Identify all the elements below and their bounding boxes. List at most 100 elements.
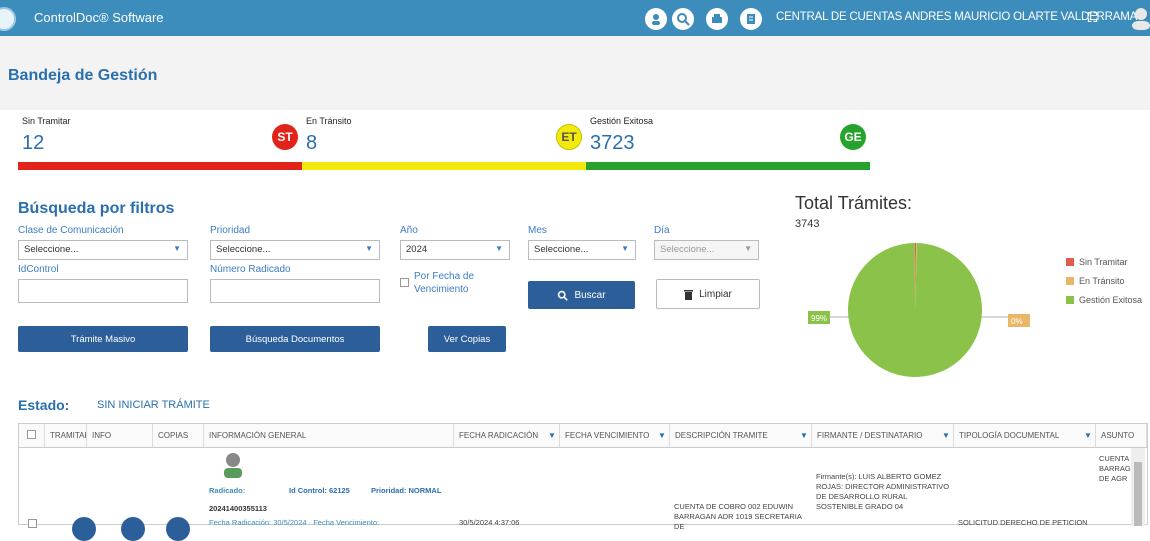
header-fecha-vencimiento[interactable]: FECHA VENCIMIENTO [560, 424, 670, 447]
scrollbar[interactable] [1131, 448, 1145, 526]
card-sin-tramitar[interactable]: Sin Tramitar 12 ST [18, 114, 302, 170]
idcontrol-input[interactable] [18, 279, 188, 303]
chevron-down-icon: ▼ [621, 244, 629, 253]
legend-label: En Tránsito [1079, 276, 1125, 286]
row-checkbox[interactable] [28, 519, 37, 528]
prioridad-select[interactable]: Seleccione... ▼ [210, 240, 380, 260]
legend-label: Sin Tramitar [1079, 257, 1128, 267]
chart-title: Total Trámites: [795, 193, 913, 213]
user-badge-icon[interactable] [645, 8, 667, 30]
ver-copias-button[interactable]: Ver Copias [428, 326, 506, 352]
header-tipologia-documental[interactable]: TIPOLOGÍA DOCUMENTAL [954, 424, 1096, 447]
anio-label: Año [400, 225, 418, 236]
header-copias: COPIAS [153, 424, 204, 447]
prioridad-label: Prioridad [210, 225, 251, 236]
anio-select[interactable]: 2024 ▼ [400, 240, 510, 260]
buscar-button[interactable]: Buscar [528, 281, 635, 309]
radicado-number[interactable]: 20241400355113 [209, 504, 267, 514]
status-badge: GE [840, 124, 866, 150]
id-control: Id Control: 62125 [289, 486, 350, 495]
legend-label: Gestión Exitosa [1079, 295, 1143, 305]
estado-value: SIN INICIAR TRÁMITE [97, 399, 210, 411]
select-all-header [19, 424, 45, 447]
status-badge: ST [272, 124, 298, 150]
card-label: Sin Tramitar [22, 116, 71, 126]
filter-icon[interactable]: ▼ [548, 431, 556, 440]
card-en-transito[interactable]: En Tránsito 8 ET [302, 114, 586, 170]
vencimiento-label: Por Fecha de Vencimiento [414, 271, 475, 295]
chevron-down-icon: ▼ [744, 244, 752, 253]
clase-select[interactable]: Seleccione... ▼ [18, 240, 188, 260]
limpiar-button[interactable]: Limpiar [656, 279, 760, 309]
fullscreen-icon[interactable]: ⛶ [1088, 10, 1097, 26]
header-firmante-destinatario[interactable]: FIRMANTE / DESTINATARIO [812, 424, 954, 447]
filters-title: Búsqueda por filtros [18, 200, 175, 217]
legend-swatch [1066, 277, 1074, 285]
data-label: 0% [1011, 317, 1023, 326]
descripcion: CUENTA DE COBRO 002 EDUWIN BARRAGAN ADR … [674, 502, 802, 531]
clase-label: Clase de Comunicación [18, 225, 124, 236]
page-title: Bandeja de Gestión [8, 67, 158, 84]
clase-value: Seleccione... [24, 244, 79, 255]
card-color-bar [586, 162, 870, 170]
header-asunto: ASUNTO [1096, 424, 1147, 447]
dia-label: Día [654, 225, 670, 236]
anio-value: 2024 [406, 244, 428, 255]
copias-icon[interactable] [166, 517, 190, 541]
filter-icon[interactable]: ▼ [800, 431, 808, 440]
pie-chart: 99% 0% [808, 243, 1030, 377]
header-informacion-general: INFORMACIÓN GENERAL [204, 424, 454, 447]
tipologia: SOLICITUD DERECHO DE PETICION [958, 518, 1088, 527]
card-gestion-exitosa[interactable]: Gestión Exitosa 3723 GE [586, 114, 870, 170]
document-icon[interactable] [740, 8, 762, 30]
results-table: TRAMITAR INFO COPIAS INFORMACIÓN GENERAL… [18, 423, 1148, 541]
user-name[interactable]: CENTRAL DE CUENTAS ANDRES MAURICIO OLART… [776, 11, 1137, 23]
asunto: CUENTA BARRAG DE AGR [1099, 454, 1131, 483]
card-label: Gestión Exitosa [590, 116, 654, 126]
filter-icon[interactable]: ▼ [658, 431, 666, 440]
filter-icon[interactable]: ▼ [1084, 431, 1092, 440]
estado-label: Estado: [18, 397, 70, 413]
radicado-input[interactable] [210, 279, 380, 303]
card-value: 3723 [590, 132, 635, 154]
trash-icon [684, 289, 694, 300]
app-title: ControlDoc® Software [34, 10, 164, 25]
card-label: En Tránsito [306, 116, 352, 126]
chevron-down-icon: ▼ [173, 244, 181, 253]
search-icon[interactable] [672, 8, 694, 30]
info-icon[interactable] [121, 517, 145, 541]
legend-item[interactable]: En Tránsito [1066, 276, 1125, 286]
header-fecha-radicacion[interactable]: FECHA RADICACIÓN [454, 424, 560, 447]
search-icon [558, 290, 569, 301]
user-icon [224, 453, 242, 478]
chevron-down-icon: ▼ [495, 244, 503, 253]
busqueda-documentos-button[interactable]: Búsqueda Documentos [210, 326, 380, 352]
buscar-label: Buscar [574, 289, 606, 301]
dia-select[interactable]: Seleccione... ▼ [654, 240, 759, 260]
filter-icon[interactable]: ▼ [942, 431, 950, 440]
dia-value: Seleccione... [660, 244, 715, 255]
vencimiento-checkbox[interactable] [400, 278, 409, 287]
mes-select[interactable]: Seleccione... ▼ [528, 240, 636, 260]
legend-swatch [1066, 258, 1074, 266]
profile-avatar-icon[interactable] [1130, 6, 1150, 30]
printer-icon[interactable] [706, 8, 728, 30]
limpiar-label: Limpiar [699, 288, 732, 300]
radicado-label: Número Radicado [210, 264, 291, 275]
chevron-down-icon: ▼ [365, 244, 373, 253]
header-info: INFO [87, 424, 153, 447]
card-color-bar [18, 162, 302, 170]
header-tramitar: TRAMITAR [45, 424, 87, 447]
legend-swatch [1066, 296, 1074, 304]
legend-item[interactable]: Sin Tramitar [1066, 257, 1128, 267]
select-all-checkbox[interactable] [27, 430, 36, 439]
prioridad-value: Seleccione... [216, 244, 271, 255]
header-descripcion-tramite[interactable]: DESCRIPCIÓN TRAMITE [670, 424, 812, 447]
mes-label: Mes [528, 225, 547, 236]
tramitar-icon[interactable] [72, 517, 96, 541]
legend-item[interactable]: Gestión Exitosa [1066, 295, 1142, 305]
card-color-bar [302, 162, 586, 170]
card-value: 12 [22, 132, 45, 154]
tramite-masivo-button[interactable]: Trámite Masivo [18, 326, 188, 352]
idcontrol-label: IdControl [18, 264, 59, 275]
